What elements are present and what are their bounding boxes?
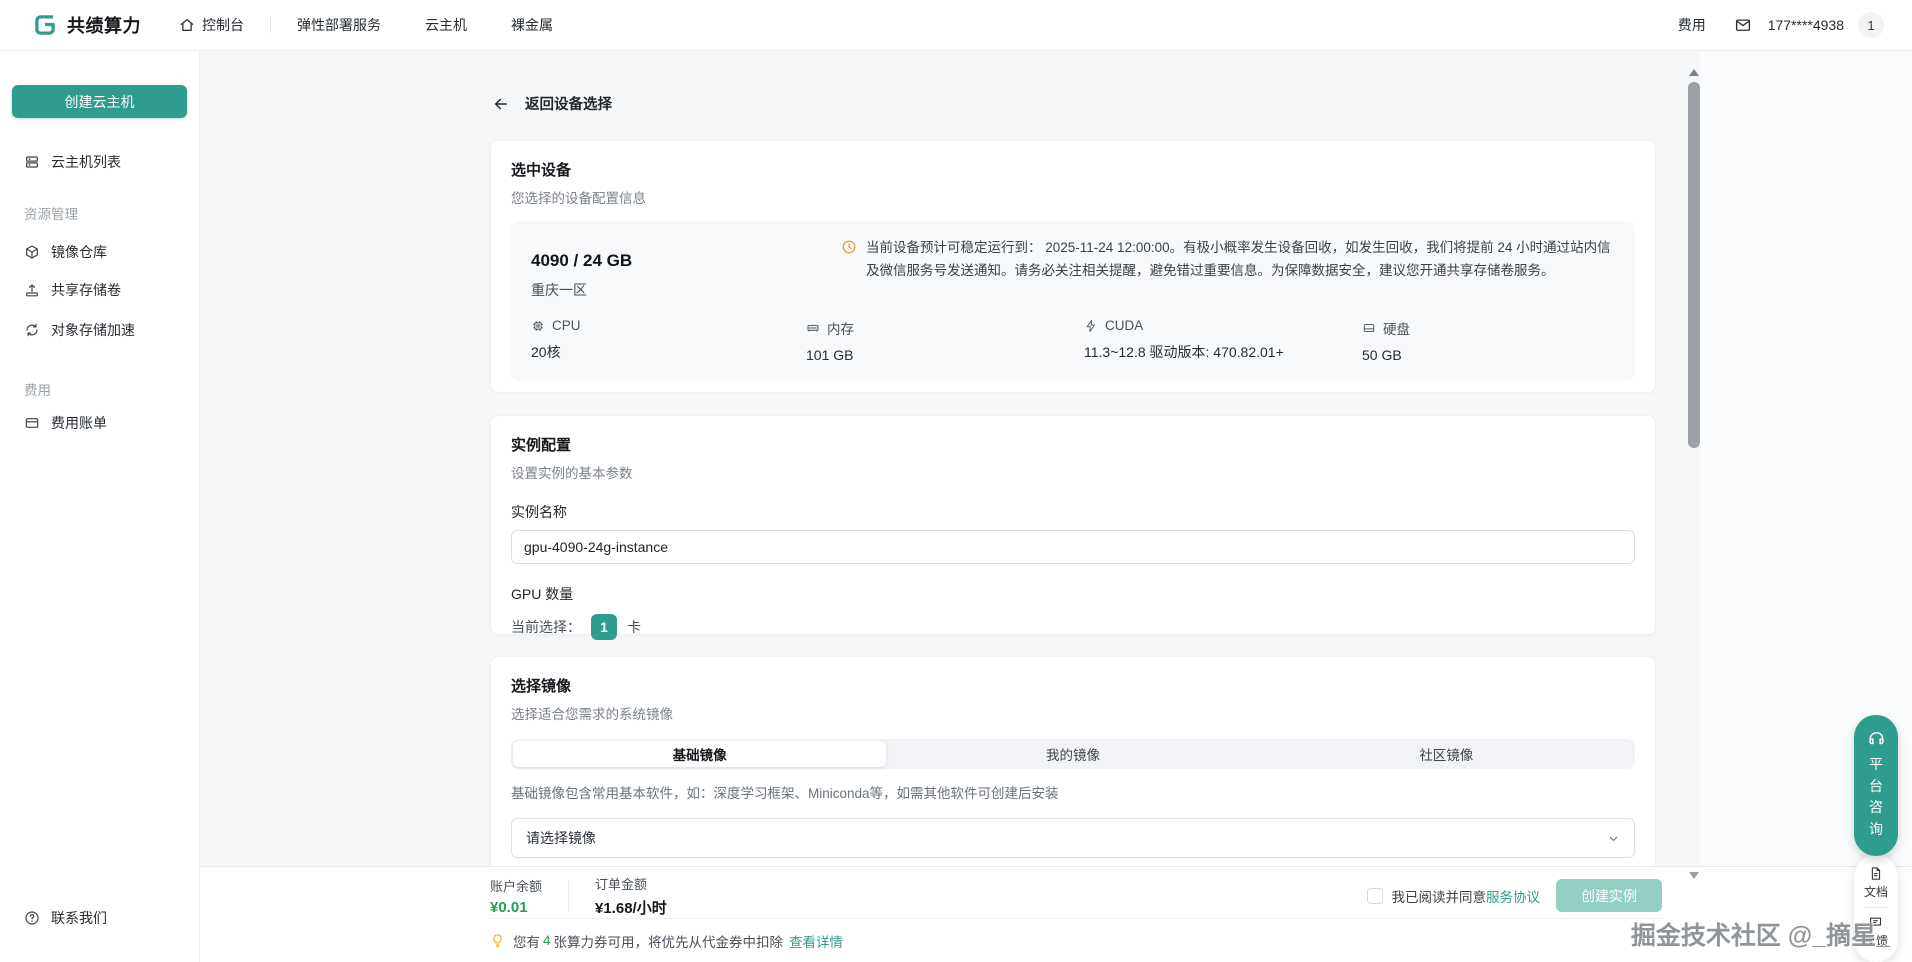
sidebar-section-billing: 费用 bbox=[24, 383, 51, 398]
package-icon bbox=[24, 244, 40, 260]
feedback-button[interactable]: 反馈 bbox=[1864, 915, 1888, 949]
memory-icon bbox=[806, 321, 820, 335]
brand-name: 共绩算力 bbox=[67, 16, 141, 36]
sidebar-item-object-storage-accel[interactable]: 对象存储加速 bbox=[24, 319, 189, 341]
back-arrow-icon bbox=[492, 95, 510, 113]
service-agreement-link[interactable]: 服务协议 bbox=[1486, 890, 1540, 905]
sync-cloud-icon bbox=[24, 322, 40, 338]
nav-item-elastic-deploy[interactable]: 弹性部署服务 bbox=[297, 15, 381, 35]
server-list-icon bbox=[24, 154, 40, 170]
image-card-subtitle: 选择适合您需求的系统镜像 bbox=[511, 707, 673, 722]
brand-logo[interactable]: 共绩算力 bbox=[32, 12, 141, 38]
instance-card-title: 实例配置 bbox=[511, 437, 572, 454]
image-card-title: 选择镜像 bbox=[511, 678, 572, 695]
cuda-lightning-icon bbox=[1084, 319, 1098, 333]
selected-device-card: 选中设备 您选择的设备配置信息 4090 / 24 GB 重庆一区 当前设备预计… bbox=[490, 140, 1656, 393]
image-select-placeholder: 请选择镜像 bbox=[526, 830, 596, 846]
tab-community-image[interactable]: 社区镜像 bbox=[1260, 741, 1633, 767]
account-balance-value: ¥0.01 bbox=[490, 898, 528, 916]
image-tabs: 基础镜像 我的镜像 社区镜像 bbox=[511, 739, 1635, 769]
nav-divider bbox=[270, 17, 271, 33]
notice-text: 当前设备预计可稳定运行到： 2025-11-24 12:00:00。有极小概率发… bbox=[866, 240, 1611, 278]
coupon-detail-link[interactable]: 查看详情 bbox=[789, 931, 843, 951]
home-icon bbox=[179, 17, 195, 33]
tab-my-image[interactable]: 我的镜像 bbox=[886, 741, 1259, 767]
spec-disk: 硬盘 50 GB bbox=[1362, 321, 1410, 363]
scrollbar-up-arrow-icon[interactable] bbox=[1689, 69, 1699, 76]
instance-name-label: 实例名称 bbox=[511, 504, 567, 520]
nav-item-cloud-host[interactable]: 云主机 bbox=[425, 15, 467, 35]
account-phone[interactable]: 177****4938 bbox=[1768, 17, 1844, 33]
cpu-icon bbox=[531, 319, 545, 333]
helper-divider bbox=[1865, 907, 1887, 908]
helper-widget: 文档 反馈 bbox=[1854, 855, 1898, 962]
sidebar-section-resources: 资源管理 bbox=[24, 207, 78, 222]
image-select-dropdown[interactable]: 请选择镜像 bbox=[511, 818, 1635, 858]
order-amount-value: ¥1.68/小时 bbox=[595, 899, 667, 917]
footer-divider bbox=[568, 879, 570, 912]
spec-memory: 内存 101 GB bbox=[806, 321, 854, 363]
nav-billing-link[interactable]: 费用 bbox=[1678, 15, 1706, 35]
mail-icon[interactable] bbox=[1734, 16, 1752, 34]
sidebar-item-billing[interactable]: 费用账单 bbox=[24, 412, 189, 434]
device-stability-notice: 当前设备预计可稳定运行到： 2025-11-24 12:00:00。有极小概率发… bbox=[841, 237, 1615, 300]
scrollbar-down-arrow-icon[interactable] bbox=[1689, 872, 1699, 879]
upload-volume-icon bbox=[24, 282, 40, 298]
device-region: 重庆一区 bbox=[531, 282, 587, 298]
nav-item-bare-metal[interactable]: 裸金属 bbox=[511, 15, 553, 35]
gpu-unit-label: 卡 bbox=[627, 619, 641, 635]
platform-consult-button[interactable]: 平台咨询 bbox=[1854, 715, 1898, 856]
spec-cuda: CUDA 11.3~12.8 驱动版本: 470.82.01+ bbox=[1084, 318, 1284, 360]
coupon-count: 4 bbox=[543, 933, 551, 948]
order-footer-bar: 账户余额 ¥0.01 订单金额 ¥1.68/小时 我已阅读并同意服务协议 创建实… bbox=[200, 866, 1912, 962]
clock-icon bbox=[841, 239, 857, 300]
docs-button[interactable]: 文档 bbox=[1864, 866, 1888, 900]
sidebar-item-host-list[interactable]: 云主机列表 bbox=[24, 151, 189, 173]
agreement-checkbox[interactable] bbox=[1366, 887, 1383, 904]
sidebar-item-image-repo[interactable]: 镜像仓库 bbox=[24, 241, 189, 263]
instance-config-card: 实例配置 设置实例的基本参数 实例名称 GPU 数量 当前选择： 1 卡 bbox=[490, 415, 1656, 640]
brand-logo-icon bbox=[32, 12, 58, 38]
gpu-count-label: GPU 数量 bbox=[511, 586, 574, 602]
notification-badge[interactable]: 1 bbox=[1858, 12, 1884, 38]
disk-icon bbox=[1362, 321, 1376, 335]
current-select-label: 当前选择： bbox=[511, 619, 581, 635]
feedback-icon bbox=[1868, 915, 1883, 930]
device-specs: CPU 20核 内存 101 GB CUDA 11.3~12.8 驱动版本: 4… bbox=[531, 318, 1615, 363]
order-amount: 订单金额 ¥1.68/小时 bbox=[595, 876, 667, 917]
scrollbar-thumb[interactable] bbox=[1688, 82, 1700, 448]
account-balance: 账户余额 ¥0.01 bbox=[490, 878, 543, 916]
document-icon bbox=[1868, 866, 1883, 881]
sidebar-item-shared-volume[interactable]: 共享存储卷 bbox=[24, 279, 189, 301]
instance-card-subtitle: 设置实例的基本参数 bbox=[511, 466, 633, 481]
tab-base-image[interactable]: 基础镜像 bbox=[513, 741, 887, 767]
spec-cpu: CPU 20核 bbox=[531, 318, 581, 360]
agreement-text: 我已阅读并同意 bbox=[1391, 889, 1487, 905]
device-card-title: 选中设备 bbox=[511, 162, 572, 179]
sidebar-item-contact-us[interactable]: 联系我们 bbox=[24, 907, 189, 929]
device-gpu-name: 4090 / 24 GB bbox=[531, 251, 633, 270]
lightbulb-icon bbox=[490, 933, 505, 948]
top-navbar: 共绩算力 控制台 弹性部署服务 云主机 裸金属 费用 177****4938 1 bbox=[0, 0, 1912, 51]
sidebar: 创建云主机 云主机列表 资源管理 镜像仓库 共享存储卷 对象存储加速 费用 费用… bbox=[0, 51, 200, 962]
gpu-count-badge[interactable]: 1 bbox=[591, 614, 617, 640]
create-host-button[interactable]: 创建云主机 bbox=[12, 85, 187, 118]
vertical-scrollbar[interactable] bbox=[1688, 55, 1700, 881]
consult-label: 平台咨询 bbox=[1869, 756, 1883, 838]
headphones-icon bbox=[1867, 728, 1886, 747]
back-to-device-select[interactable]: 返回设备选择 bbox=[492, 93, 612, 114]
device-card-subtitle: 您选择的设备配置信息 bbox=[511, 191, 646, 206]
coupon-notice: 您有 4 张算力券可用，将优先从代金券中扣除 查看详情 bbox=[490, 919, 1662, 962]
image-tab-description: 基础镜像包含常用基本软件，如：深度学习框架、Miniconda等，如需其他软件可… bbox=[511, 786, 1059, 801]
chevron-down-icon bbox=[1607, 832, 1620, 845]
credit-card-icon bbox=[24, 415, 40, 431]
main-content: 返回设备选择 选中设备 您选择的设备配置信息 4090 / 24 GB 重庆一区… bbox=[200, 51, 1912, 962]
device-summary-panel: 4090 / 24 GB 重庆一区 当前设备预计可稳定运行到： 2025-11-… bbox=[511, 221, 1635, 381]
instance-name-input[interactable] bbox=[511, 530, 1635, 564]
nav-item-console[interactable]: 控制台 bbox=[179, 15, 244, 35]
help-circle-icon bbox=[24, 910, 40, 926]
create-instance-button[interactable]: 创建实例 bbox=[1556, 879, 1662, 912]
